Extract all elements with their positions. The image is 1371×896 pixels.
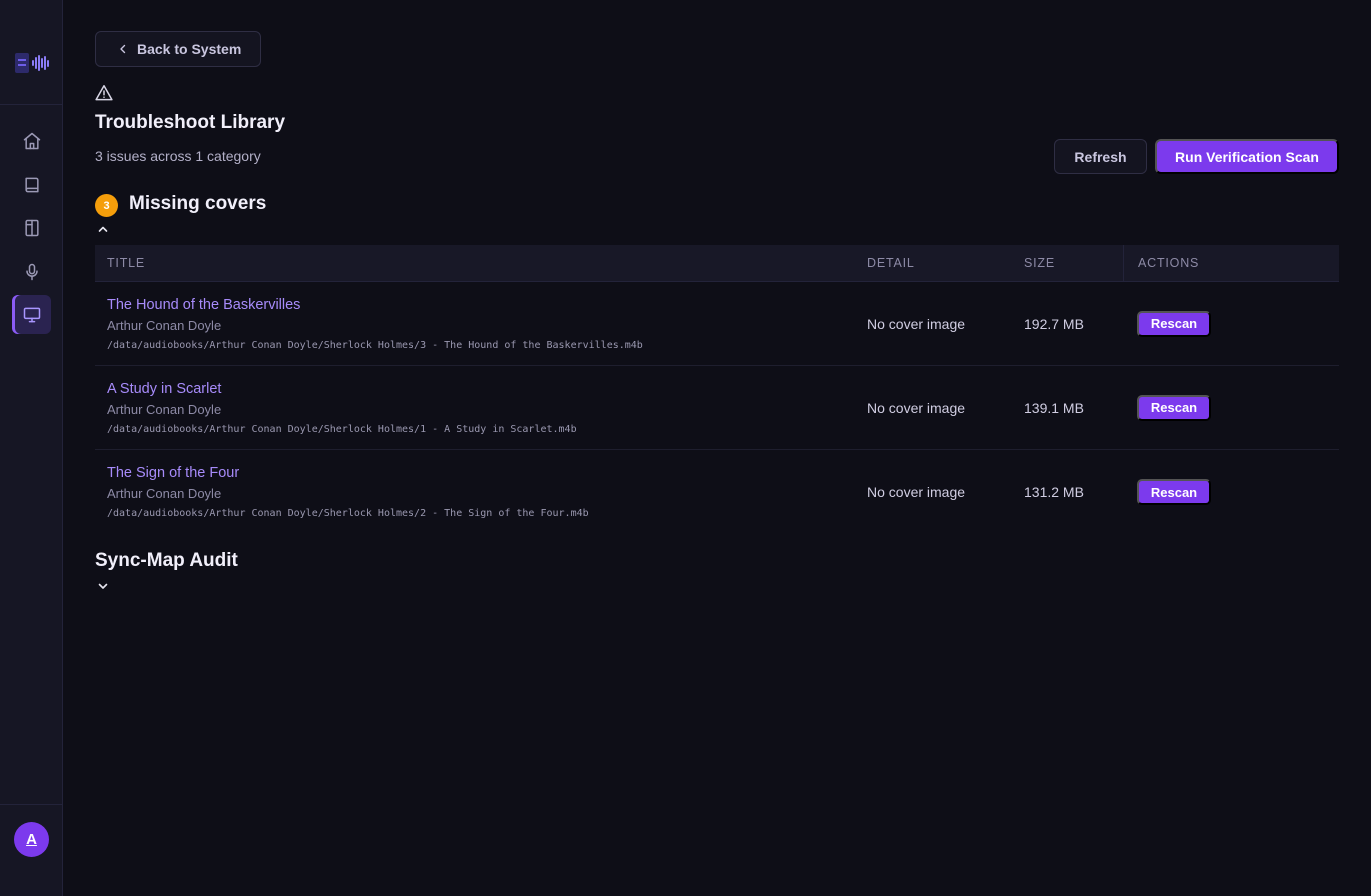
- user-avatar[interactable]: A: [14, 822, 49, 857]
- rescan-button[interactable]: Rescan: [1137, 310, 1211, 337]
- issue-detail: No cover image: [867, 315, 966, 332]
- logo-waveform-icon: [31, 53, 49, 73]
- page-title: Troubleshoot Library: [95, 112, 286, 133]
- table-row: A Study in Scarlet Arthur Conan Doyle /d…: [95, 366, 1339, 450]
- app-logo[interactable]: [13, 50, 50, 76]
- logo-book-icon: [14, 53, 29, 73]
- book-author: Arthur Conan Doyle: [107, 486, 222, 501]
- column-header-detail: DETAIL: [867, 256, 915, 270]
- library-icon: [24, 219, 39, 236]
- table-row: The Sign of the Four Arthur Conan Doyle …: [95, 450, 1339, 534]
- nav-books[interactable]: [12, 165, 51, 204]
- nav-narrators[interactable]: [12, 252, 51, 291]
- nav-system[interactable]: [12, 295, 51, 334]
- rescan-button[interactable]: Rescan: [1137, 394, 1211, 421]
- sidebar-divider: [0, 804, 63, 805]
- rescan-button[interactable]: Rescan: [1137, 479, 1211, 505]
- chevron-up-icon[interactable]: [97, 223, 109, 235]
- file-size: 192.7 MB: [1024, 315, 1084, 332]
- missing-covers-table: TITLE DETAIL SIZE ACTIONS The Hound of t…: [95, 244, 1339, 534]
- nav-home[interactable]: [12, 121, 51, 160]
- sidebar-divider: [0, 104, 63, 105]
- section-title-sync-map-audit: Sync-Map Audit: [95, 550, 238, 571]
- column-header-actions: ACTIONS: [1123, 244, 1339, 282]
- column-header-size: SIZE: [1024, 256, 1055, 270]
- file-size: 131.2 MB: [1024, 484, 1084, 500]
- back-to-system-button[interactable]: Back to System: [95, 31, 261, 67]
- book-title-link[interactable]: The Sign of the Four: [107, 465, 867, 481]
- chevron-left-icon: [120, 44, 126, 54]
- table-row: The Hound of the Baskervilles Arthur Con…: [95, 282, 1339, 366]
- back-button-label: Back to System: [137, 41, 242, 57]
- issue-summary: 3 issues across 1 category: [95, 148, 261, 164]
- issue-detail: No cover image: [867, 399, 966, 416]
- nav-library[interactable]: [12, 208, 51, 247]
- section-title-missing-covers: Missing covers: [129, 193, 267, 214]
- book-title-link[interactable]: A Study in Scarlet: [107, 381, 867, 397]
- file-path: /data/audiobooks/Arthur Conan Doyle/Sher…: [107, 339, 643, 351]
- issue-detail: No cover image: [867, 484, 966, 500]
- book-title-link[interactable]: The Hound of the Baskervilles: [107, 297, 867, 313]
- chevron-down-icon[interactable]: [97, 580, 109, 592]
- home-icon: [23, 132, 40, 149]
- file-size: 139.1 MB: [1024, 399, 1084, 416]
- book-icon: [24, 177, 39, 192]
- issue-count-badge: 3: [95, 194, 118, 217]
- table-header: TITLE DETAIL SIZE ACTIONS: [95, 244, 1339, 282]
- file-path: /data/audiobooks/Arthur Conan Doyle/Sher…: [107, 508, 589, 519]
- column-header-title: TITLE: [107, 256, 146, 270]
- book-author: Arthur Conan Doyle: [107, 317, 222, 333]
- book-author: Arthur Conan Doyle: [107, 401, 222, 417]
- sidebar: A: [0, 0, 63, 896]
- refresh-button[interactable]: Refresh: [1054, 139, 1147, 174]
- microphone-icon: [25, 263, 38, 280]
- run-verification-scan-button[interactable]: Run Verification Scan: [1155, 139, 1339, 174]
- file-path: /data/audiobooks/Arthur Conan Doyle/Sher…: [107, 423, 577, 435]
- monitor-icon: [23, 307, 40, 322]
- warning-icon: [95, 85, 113, 101]
